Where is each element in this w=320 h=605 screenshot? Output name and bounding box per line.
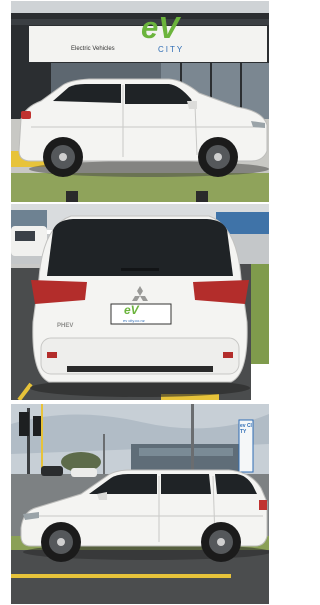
photo-side-view-dealership: eV Electric Vehicles CITY [11,1,269,202]
ev-logo-letters: eV [141,10,179,45]
wheel-front [198,137,238,177]
photo-rear-view: eV ev city.co.nz PHEV [11,204,269,400]
flag-text: ev CITY [240,423,252,435]
sign-tagline: Electric Vehicles [71,46,115,52]
wheel-rear [43,137,83,177]
photo-side-view-street: ev CITY [11,404,269,604]
wheel-rear-street [201,522,241,562]
model-badge: PHEV [57,323,74,329]
wheel-front-street [41,522,81,562]
sign-city-text: CITY [158,45,185,54]
traffic-light-icon [19,412,29,436]
plate-ev-logo: eV [124,303,139,317]
plate-dealer-text: ev city.co.nz [123,318,145,323]
ev-city-logo: eV [141,12,179,43]
